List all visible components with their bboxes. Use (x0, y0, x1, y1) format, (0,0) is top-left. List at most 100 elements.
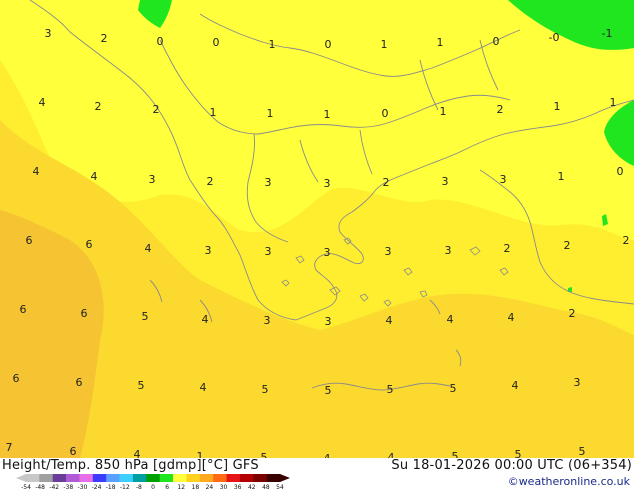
temperature-value: 0 (213, 36, 220, 49)
legend-swatch (92, 474, 107, 482)
legend-swatch (266, 474, 281, 482)
temperature-value: 2 (569, 307, 576, 320)
temperature-value: 6 (26, 234, 33, 247)
temperature-value: 1 (197, 450, 204, 458)
temperature-value: 5 (142, 310, 149, 323)
legend-tick-label: 30 (220, 484, 228, 490)
legend-arrow-right (280, 474, 290, 482)
legend-swatch (79, 474, 94, 482)
legend-swatch (239, 474, 254, 482)
temperature-value: 5 (579, 445, 586, 458)
temperature-value: 4 (202, 313, 209, 326)
temperature-value: 3 (265, 176, 272, 189)
temperature-value: 2 (101, 32, 108, 45)
legend-tick-label: 42 (248, 484, 256, 490)
legend-swatch (106, 474, 120, 482)
temperature-value: 6 (70, 445, 77, 458)
temperature-value: 4 (447, 313, 454, 326)
temperature-value: 2 (383, 176, 390, 189)
temperature-value: 1 (554, 100, 561, 113)
legend-arrow-left (16, 474, 26, 482)
legend-tick-label: 36 (234, 484, 242, 490)
legend-tick-label: 54 (276, 484, 284, 490)
temperature-value: 3 (205, 244, 212, 257)
temperature-value: 1 (267, 107, 274, 120)
legend-tick-label: 6 (165, 484, 169, 490)
legend-tick-label: -48 (35, 484, 45, 490)
legend-tick-label: 12 (177, 484, 185, 490)
temperature-value: 3 (445, 244, 452, 257)
temperature-value: 4 (512, 379, 519, 392)
legend-tick-label: 24 (206, 484, 214, 490)
temperature-value: 5 (450, 382, 457, 395)
temperature-value: 4 (386, 314, 393, 327)
temperature-value: 5 (452, 450, 459, 458)
color-legend-swatches (16, 474, 290, 482)
temperature-value: 4 (39, 96, 46, 109)
temperature-value: 0 (157, 35, 164, 48)
legend-swatch (26, 474, 40, 482)
temperature-value: 5 (515, 448, 522, 458)
legend-swatch (146, 474, 160, 482)
temperature-value: 1 (437, 36, 444, 49)
temperature-value: 5 (387, 383, 394, 396)
temperature-map[interactable]: 3 2 0 0 1 0 1 1 0 -0 -1 4 2 2 1 1 1 0 1 2 1 1 4 4 3 2 3 3 2 3 3 1 0 6 6 4 3 3… (0, 0, 634, 458)
temperature-value: 4 (200, 381, 207, 394)
legend-swatch (173, 474, 187, 482)
legend-swatch (132, 474, 147, 482)
temperature-value: 1 (381, 38, 388, 51)
temperature-value: 5 (261, 451, 268, 458)
temperature-value: 4 (134, 448, 141, 458)
temperature-value: 5 (325, 384, 332, 397)
temperature-value: 2 (207, 175, 214, 188)
legend-tick-label: 0 (151, 484, 155, 490)
temperature-value: 3 (45, 27, 52, 40)
legend-swatch (186, 474, 201, 482)
temperature-value: 2 (497, 103, 504, 116)
legend-tick-label: -42 (49, 484, 59, 490)
legend-swatch (226, 474, 241, 482)
color-legend: -54 -48 -42 -38 -30 -24 -18 -12 -8 0 6 12 18 24 30 36 42… (16, 474, 290, 490)
temperature-value: 2 (95, 100, 102, 113)
legend-tick-label: -38 (63, 484, 73, 490)
temperature-value: 2 (504, 242, 511, 255)
legend-tick-label: -12 (120, 484, 130, 490)
temperature-value: 4 (388, 451, 395, 458)
legend-tick-label: 48 (262, 484, 270, 490)
legend-swatch (159, 474, 174, 482)
temperature-value: 1 (610, 96, 617, 109)
temperature-value: 3 (442, 175, 449, 188)
temperature-value: -0 (549, 31, 560, 44)
temperature-value: 7 (6, 441, 13, 454)
legend-tick-label: -54 (21, 484, 31, 490)
temperature-value: 5 (138, 379, 145, 392)
temperature-value: 6 (13, 372, 20, 385)
temperature-value: 3 (265, 245, 272, 258)
source-credit-link[interactable]: ©weatheronline.co.uk (508, 475, 630, 488)
legend-tick-label: 18 (192, 484, 200, 490)
legend-tick-label: -24 (92, 484, 102, 490)
temperature-value: 3 (385, 245, 392, 258)
legend-swatch (66, 474, 80, 482)
temperature-value: 4 (145, 242, 152, 255)
map-viewer: 3 2 0 0 1 0 1 1 0 -0 -1 4 2 2 1 1 1 0 1 2 1 1 4 4 3 2 3 3 2 3 3 1 0 6 6 4 3 3… (0, 0, 634, 490)
temperature-value: 3 (324, 177, 331, 190)
legend-tick-label: -18 (106, 484, 116, 490)
temperature-value: 2 (623, 234, 630, 247)
temperature-value: 6 (20, 303, 27, 316)
temperature-value: 1 (440, 105, 447, 118)
temperature-value: 3 (149, 173, 156, 186)
temperature-value: -1 (602, 27, 613, 40)
temperature-value: 3 (574, 376, 581, 389)
temperature-value: 0 (493, 35, 500, 48)
temperature-value: 4 (508, 311, 515, 324)
legend-swatch (119, 474, 134, 482)
map-title: Height/Temp. 850 hPa [gdmp][°C] GFS (2, 458, 259, 473)
forecast-datetime: Su 18-01-2026 00:00 UTC (06+354) (391, 458, 632, 473)
temperature-value: 4 (91, 170, 98, 183)
legend-tick-label: -30 (78, 484, 88, 490)
temperature-value: 4 (33, 165, 40, 178)
temperature-value: 0 (617, 165, 624, 178)
legend-tick-label: -8 (136, 484, 142, 490)
temperature-value: 6 (81, 307, 88, 320)
